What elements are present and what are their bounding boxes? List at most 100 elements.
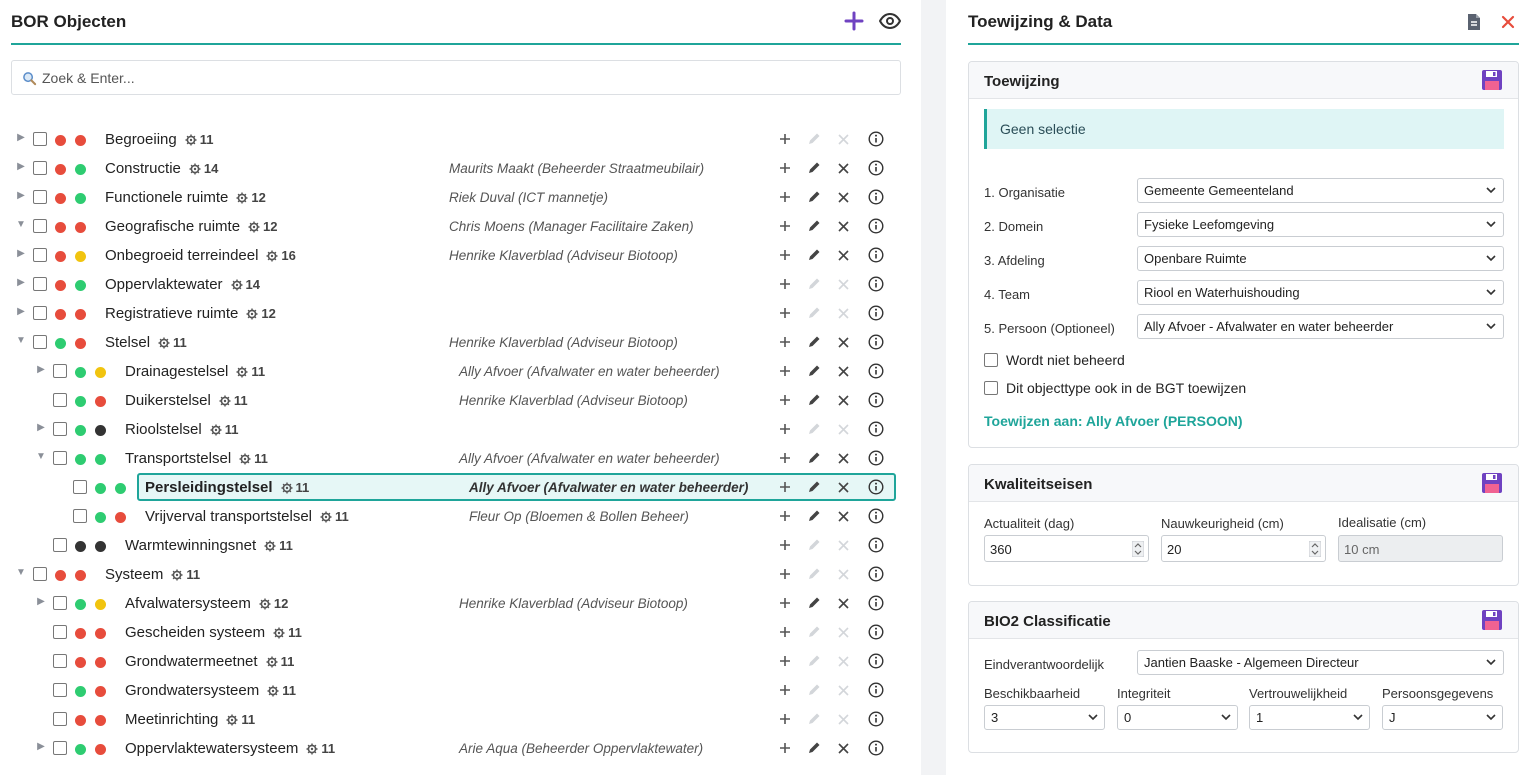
info-icon[interactable] <box>867 449 885 467</box>
caret-right-icon[interactable]: ▶ <box>16 277 26 289</box>
caret-right-icon[interactable]: ▶ <box>36 741 46 753</box>
info-icon[interactable] <box>867 652 885 670</box>
add-child-icon[interactable] <box>776 130 794 148</box>
edit-icon[interactable] <box>805 246 823 264</box>
tree-row[interactable]: ▼ Geografische ruimte 12 Chris Moens (Manag… <box>0 212 921 241</box>
row-checkbox[interactable] <box>33 306 47 320</box>
caret-right-icon[interactable]: ▶ <box>16 190 26 202</box>
info-icon[interactable] <box>867 681 885 699</box>
add-child-icon[interactable] <box>776 478 794 496</box>
edit-icon[interactable] <box>805 594 823 612</box>
edit-icon[interactable] <box>805 739 823 757</box>
add-child-icon[interactable] <box>776 507 794 525</box>
row-checkbox[interactable] <box>53 393 67 407</box>
row-checkbox[interactable] <box>53 364 67 378</box>
caret-down-icon[interactable]: ▼ <box>16 567 26 579</box>
add-child-icon[interactable] <box>776 710 794 728</box>
remove-icon[interactable] <box>834 217 852 235</box>
tree-row[interactable]: Grondwatersysteem 11 <box>0 676 921 705</box>
add-child-icon[interactable] <box>776 362 794 380</box>
row-checkbox[interactable] <box>33 277 47 291</box>
tree-row[interactable]: Persleidingstelsel 11 Ally Afvoer (Afvalwa… <box>0 473 921 502</box>
tree-row[interactable]: ▶ Constructie 14 Maurits Maakt (Beheerder S… <box>0 154 921 183</box>
row-checkbox[interactable] <box>73 480 87 494</box>
tree-row[interactable]: Warmtewinningsnet 11 <box>0 531 921 560</box>
document-icon[interactable] <box>1463 11 1485 33</box>
add-child-icon[interactable] <box>776 652 794 670</box>
row-checkbox[interactable] <box>53 625 67 639</box>
edit-icon[interactable] <box>805 159 823 177</box>
caret-right-icon[interactable]: ▶ <box>16 306 26 318</box>
remove-icon[interactable] <box>834 478 852 496</box>
add-child-icon[interactable] <box>776 565 794 583</box>
row-checkbox[interactable] <box>33 248 47 262</box>
row-checkbox[interactable] <box>53 712 67 726</box>
search-input[interactable] <box>42 61 882 94</box>
tree-row[interactable]: ▶ Drainagestelsel 11 Ally Afvoer (Afvalwate… <box>0 357 921 386</box>
row-checkbox[interactable] <box>53 683 67 697</box>
save-icon[interactable] <box>1481 69 1503 91</box>
classification-select[interactable]: 3 <box>984 705 1105 730</box>
info-icon[interactable] <box>867 391 885 409</box>
row-checkbox[interactable] <box>53 596 67 610</box>
edit-icon[interactable] <box>805 391 823 409</box>
info-icon[interactable] <box>867 623 885 641</box>
row-checkbox[interactable] <box>53 451 67 465</box>
row-checkbox[interactable] <box>33 161 47 175</box>
caret-right-icon[interactable]: ▶ <box>16 132 26 144</box>
nauwkeurigheid-input[interactable]: 20 <box>1161 535 1326 562</box>
actualiteit-input[interactable]: 360 <box>984 535 1149 562</box>
add-child-icon[interactable] <box>776 275 794 293</box>
classification-select[interactable]: 0 <box>1117 705 1238 730</box>
add-child-icon[interactable] <box>776 681 794 699</box>
field-select[interactable]: Gemeente Gemeenteland <box>1137 178 1504 203</box>
add-child-icon[interactable] <box>776 304 794 322</box>
edit-icon[interactable] <box>805 217 823 235</box>
bgt-checkbox[interactable] <box>984 381 998 395</box>
add-child-icon[interactable] <box>776 623 794 641</box>
tree-row[interactable]: ▼ Transportstelsel 11 Ally Afvoer (Afvalwat… <box>0 444 921 473</box>
add-child-icon[interactable] <box>776 159 794 177</box>
add-child-icon[interactable] <box>776 188 794 206</box>
row-checkbox[interactable] <box>53 741 67 755</box>
row-checkbox[interactable] <box>73 509 87 523</box>
remove-icon[interactable] <box>834 159 852 177</box>
field-select[interactable]: Fysieke Leefomgeving <box>1137 212 1504 237</box>
add-child-icon[interactable] <box>776 739 794 757</box>
add-child-icon[interactable] <box>776 420 794 438</box>
remove-icon[interactable] <box>834 739 852 757</box>
caret-down-icon[interactable]: ▼ <box>16 335 26 347</box>
field-select[interactable]: Riool en Waterhuishouding <box>1137 280 1504 305</box>
tree-row[interactable]: ▶ Oppervlaktewatersysteem 11 Arie Aqua (Beh… <box>0 734 921 763</box>
row-checkbox[interactable] <box>33 190 47 204</box>
tree-row[interactable]: Gescheiden systeem 11 <box>0 618 921 647</box>
eye-icon[interactable] <box>879 10 901 32</box>
info-icon[interactable] <box>867 304 885 322</box>
classification-select[interactable]: J <box>1382 705 1503 730</box>
remove-icon[interactable] <box>834 449 852 467</box>
tree-row[interactable]: ▶ Registratieve ruimte 12 <box>0 299 921 328</box>
caret-down-icon[interactable]: ▼ <box>16 219 26 231</box>
edit-icon[interactable] <box>805 188 823 206</box>
info-icon[interactable] <box>867 565 885 583</box>
tree-row[interactable]: ▼ Systeem 11 <box>0 560 921 589</box>
caret-right-icon[interactable]: ▶ <box>16 248 26 260</box>
remove-icon[interactable] <box>834 362 852 380</box>
edit-icon[interactable] <box>805 478 823 496</box>
info-icon[interactable] <box>867 507 885 525</box>
remove-icon[interactable] <box>834 246 852 264</box>
tree-row[interactable]: Meetinrichting 11 <box>0 705 921 734</box>
tree-row[interactable]: Vrijverval transportstelsel 11 Fleur Op (B… <box>0 502 921 531</box>
caret-right-icon[interactable]: ▶ <box>36 364 46 376</box>
row-checkbox[interactable] <box>53 654 67 668</box>
info-icon[interactable] <box>867 159 885 177</box>
add-child-icon[interactable] <box>776 536 794 554</box>
tree-row[interactable]: ▶ Begroeiing 11 <box>0 125 921 154</box>
add-child-icon[interactable] <box>776 246 794 264</box>
spinner-icon[interactable] <box>1132 541 1144 557</box>
add-child-icon[interactable] <box>776 217 794 235</box>
add-child-icon[interactable] <box>776 594 794 612</box>
info-icon[interactable] <box>867 594 885 612</box>
caret-right-icon[interactable]: ▶ <box>16 161 26 173</box>
caret-down-icon[interactable]: ▼ <box>36 451 46 463</box>
